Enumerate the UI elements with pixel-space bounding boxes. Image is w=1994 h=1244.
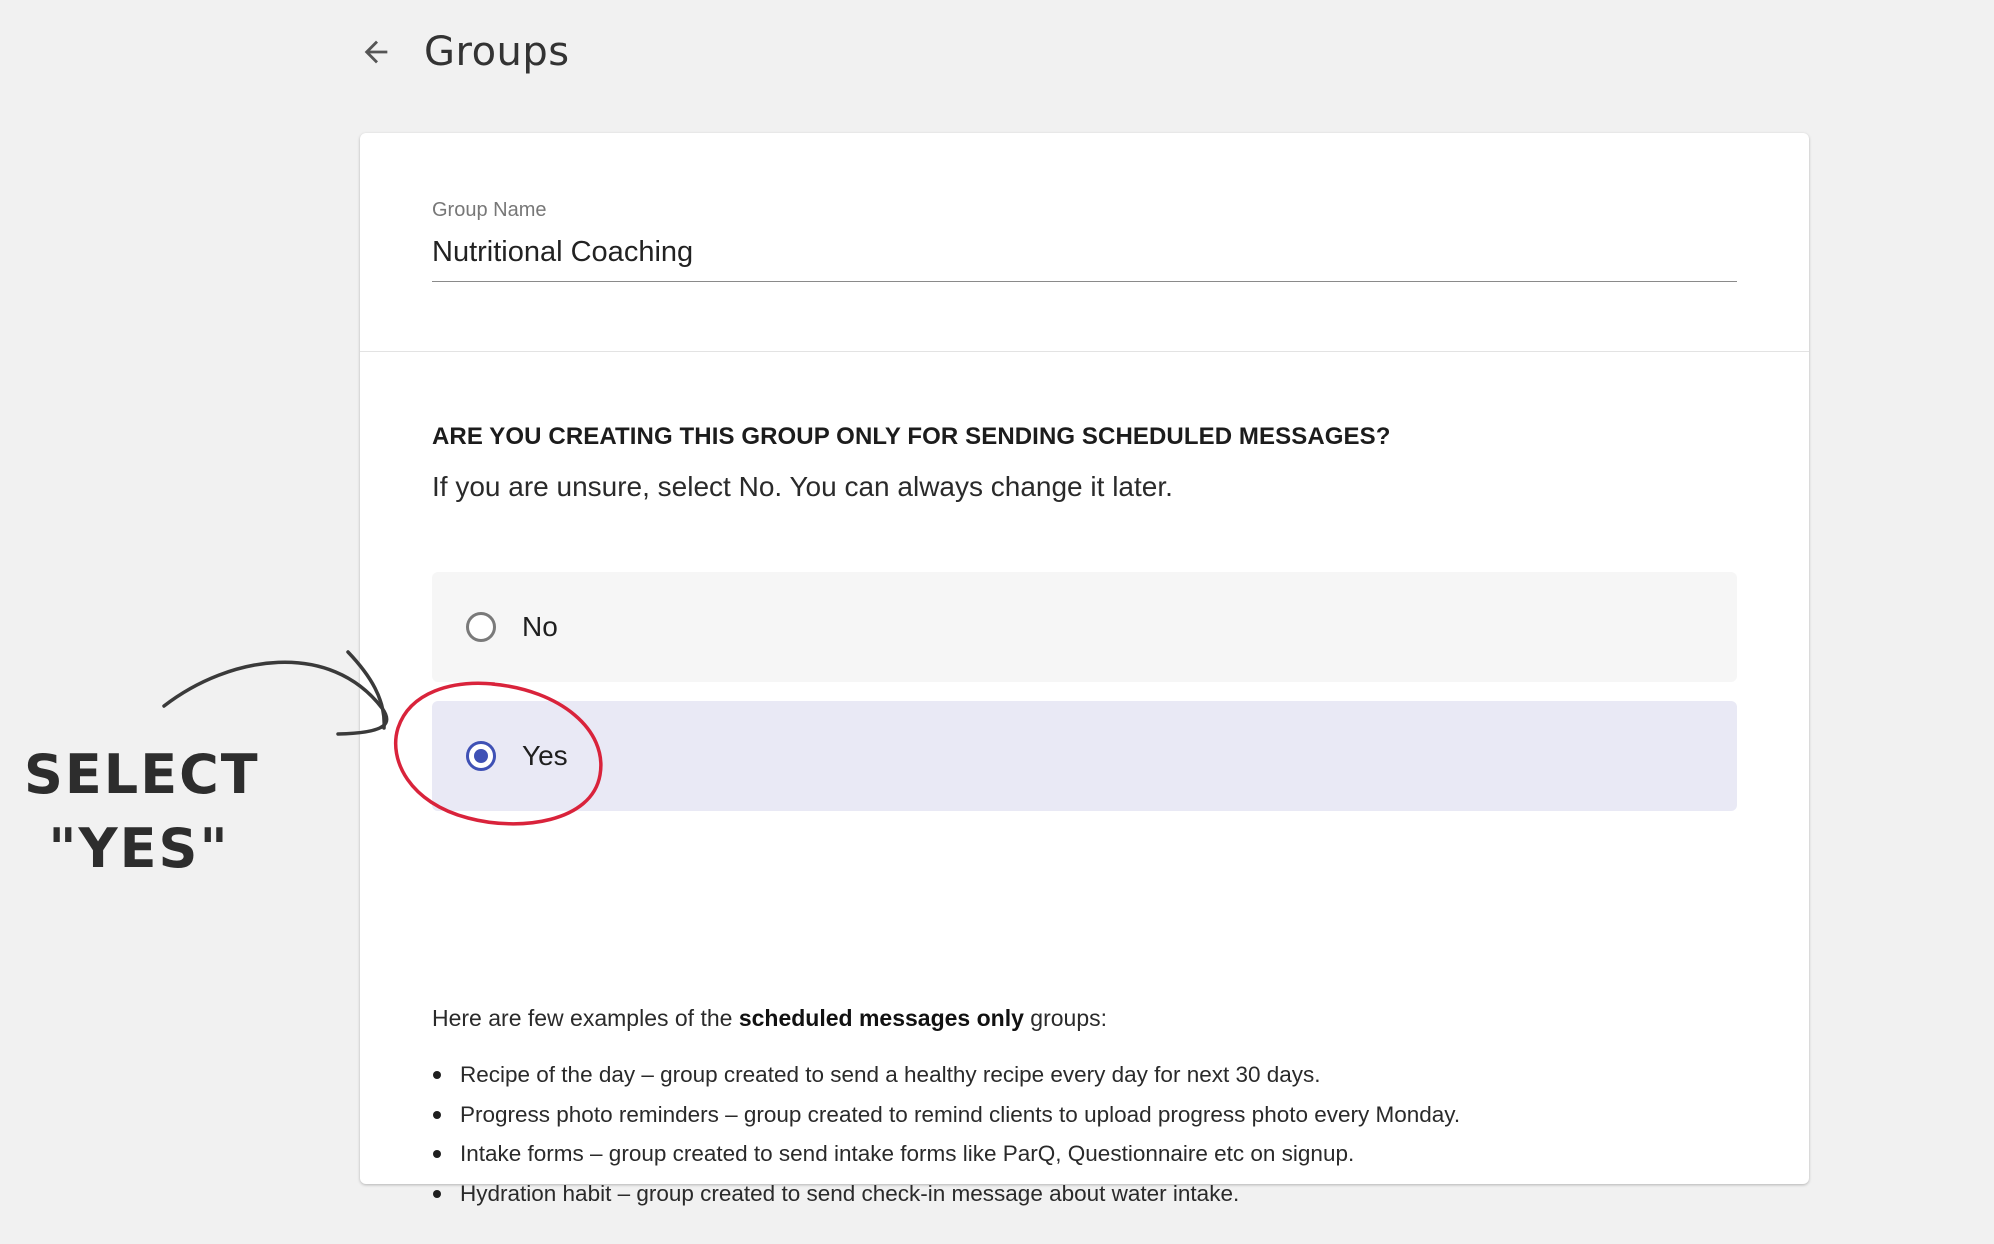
schedule-question-title: ARE YOU CREATING THIS GROUP ONLY FOR SEN… [432, 423, 1391, 450]
examples-intro-prefix: Here are few examples of the [432, 1005, 739, 1031]
option-yes[interactable]: Yes [432, 701, 1737, 811]
group-name-label: Group Name [432, 199, 547, 221]
arrow-left-icon [364, 40, 388, 64]
annotation-line-1: SELECT [24, 743, 260, 806]
group-form-card: Group Name ARE YOU CREATING THIS GROUP O… [360, 133, 1809, 1206]
examples-intro: Here are few examples of the scheduled m… [432, 1005, 1107, 1032]
page-title: Groups [424, 29, 570, 75]
list-item: Intake forms – group created to send int… [432, 1134, 1460, 1174]
examples-list: Recipe of the day – group created to sen… [432, 1055, 1460, 1213]
examples-intro-bold: scheduled messages only [738, 1005, 1024, 1031]
annotation-select-yes: SELECT "YES" [24, 738, 260, 886]
schedule-question-hint: If you are unsure, select No. You can al… [432, 471, 1173, 502]
option-no-label: No [522, 611, 558, 642]
examples-intro-suffix: groups: [1023, 1005, 1108, 1031]
list-item: Hydration habit – group created to send … [432, 1174, 1460, 1214]
group-name-input[interactable] [432, 231, 1737, 282]
list-item: Recipe of the day – group created to sen… [432, 1055, 1460, 1095]
group-name-section: Group Name [360, 133, 1809, 352]
option-yes-label: Yes [522, 740, 568, 771]
option-no[interactable]: No [432, 572, 1737, 682]
annotation-arrow-curve [162, 660, 389, 736]
radio-yes[interactable] [466, 741, 496, 771]
list-item: Progress photo reminders – group created… [432, 1095, 1460, 1135]
back-button[interactable] [356, 32, 396, 72]
page: Groups Group Name ARE YOU CREATING THIS … [0, 0, 1994, 1244]
radio-no[interactable] [466, 612, 496, 642]
annotation-line-2: "YES" [48, 817, 230, 880]
page-header: Groups [356, 24, 570, 80]
